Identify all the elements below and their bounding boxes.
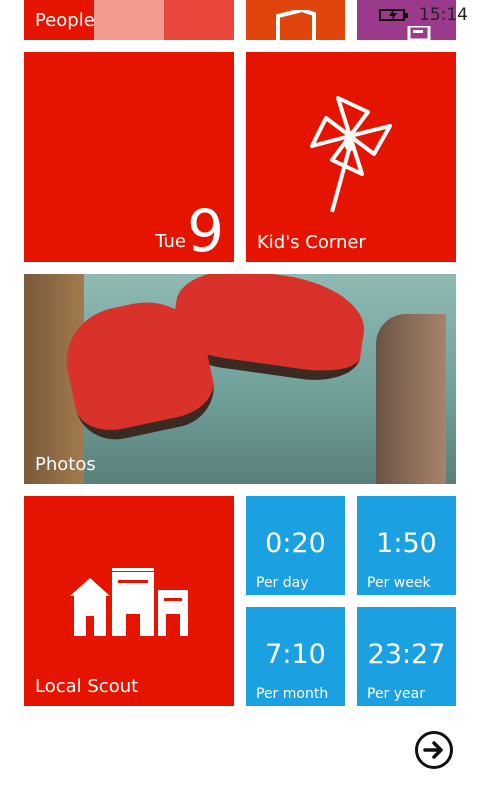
kids-corner-tile[interactable]: Kid's Corner bbox=[246, 52, 456, 262]
calendar-tile[interactable]: Tue 9 bbox=[24, 52, 234, 262]
stat-value: 1:50 bbox=[376, 528, 437, 559]
battery-charging-icon bbox=[379, 8, 408, 22]
people-photo bbox=[164, 0, 234, 40]
buildings-icon bbox=[70, 568, 188, 636]
photos-tile[interactable]: Photos bbox=[24, 274, 456, 484]
local-scout-tile[interactable]: Local Scout bbox=[24, 496, 234, 706]
office-icon bbox=[276, 10, 316, 40]
stat-label: Per year bbox=[367, 686, 425, 702]
status-bar: 15:14 bbox=[379, 0, 480, 30]
office-tile[interactable] bbox=[246, 0, 345, 40]
calendar-date: 9 bbox=[187, 197, 224, 262]
stat-tile-per-month[interactable]: 7:10 Per month bbox=[246, 607, 345, 706]
pinwheel-icon bbox=[310, 96, 392, 213]
stat-tile-per-year[interactable]: 23:27 Per year bbox=[357, 607, 456, 706]
stat-value: 0:20 bbox=[265, 528, 326, 559]
start-screen: 15:14 People Tue 9 Kid's Corner Photos L… bbox=[0, 0, 480, 800]
people-tile[interactable]: People bbox=[24, 0, 234, 40]
kids-corner-label: Kid's Corner bbox=[257, 232, 366, 253]
photos-label: Photos bbox=[35, 454, 96, 475]
stat-label: Per month bbox=[256, 686, 329, 702]
arrow-right-circle-icon bbox=[423, 741, 443, 759]
people-label: People bbox=[35, 10, 95, 31]
stat-label: Per week bbox=[367, 575, 431, 591]
all-apps-button[interactable] bbox=[415, 731, 453, 769]
stat-tile-per-week[interactable]: 1:50 Per week bbox=[357, 496, 456, 595]
status-time: 15:14 bbox=[419, 5, 468, 25]
stat-value: 7:10 bbox=[265, 639, 326, 670]
calendar-day: Tue bbox=[155, 231, 186, 252]
local-scout-label: Local Scout bbox=[35, 676, 139, 697]
people-photo bbox=[94, 0, 164, 40]
photo-chair bbox=[376, 314, 446, 484]
stat-value: 23:27 bbox=[367, 639, 446, 670]
stat-tile-per-day[interactable]: 0:20 Per day bbox=[246, 496, 345, 595]
stat-label: Per day bbox=[256, 575, 309, 591]
